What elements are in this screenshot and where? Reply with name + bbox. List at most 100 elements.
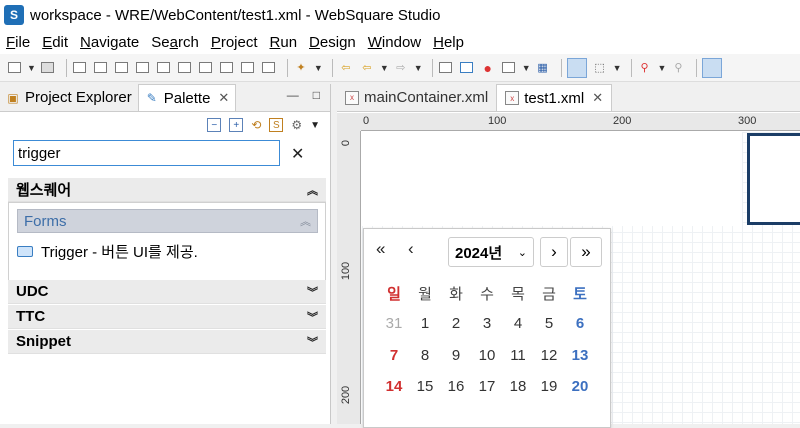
close-icon[interactable]: ✕ <box>592 90 603 106</box>
ruler-label: 200 <box>613 115 632 127</box>
calendar-day[interactable]: 8 <box>411 347 439 364</box>
calendar-day[interactable]: 1 <box>411 315 439 332</box>
tab-label: Project Explorer <box>25 89 132 106</box>
snap-icon[interactable] <box>702 57 723 78</box>
drawer-forms[interactable]: Forms ︽ <box>17 209 318 233</box>
ruler-label: 0 <box>363 115 370 127</box>
snippet-icon[interactable]: S <box>269 118 284 132</box>
marquee-icon[interactable]: ⬚ <box>592 60 608 76</box>
calendar-day[interactable]: 13 <box>566 347 594 364</box>
layout-icon-1[interactable] <box>72 60 88 76</box>
menu-window[interactable]: Window <box>362 34 427 51</box>
calendar-day[interactable]: 20 <box>566 378 594 395</box>
layout-icon-4[interactable] <box>135 60 151 76</box>
new-dropdown-icon[interactable]: ▼ <box>27 63 36 73</box>
design-canvas[interactable]: « ‹ 2024년 ⌄ › » 일 월 화 수 목 금 토 31 1 2 3 4… <box>362 132 800 428</box>
selected-component[interactable] <box>747 133 800 225</box>
category-websquare[interactable]: 웹스퀘어 ︽ <box>8 178 326 202</box>
menu-project[interactable]: Project <box>205 34 264 51</box>
editor-area: x mainContainer.xml x test1.xml ✕ 0 100 … <box>337 84 800 428</box>
debug-icon[interactable] <box>501 60 517 76</box>
calendar-day[interactable]: 16 <box>442 378 470 395</box>
layout-icon-7[interactable] <box>198 60 214 76</box>
unlink-icon[interactable]: ⚲ <box>670 60 686 76</box>
run-icon[interactable]: ● <box>480 60 496 76</box>
layout-icon-2[interactable] <box>93 60 109 76</box>
calendar-day[interactable]: 12 <box>535 347 563 364</box>
wand-dropdown-icon[interactable]: ▼ <box>314 63 323 73</box>
link-icon[interactable]: ⚲ <box>637 60 653 76</box>
refresh-icon[interactable]: ⟲ <box>251 118 261 132</box>
category-snippet[interactable]: Snippet ︾ <box>8 330 326 354</box>
category-udc[interactable]: UDC ︾ <box>8 280 326 304</box>
tab-maincontainer-xml[interactable]: x mainContainer.xml <box>337 84 496 111</box>
calendar-day[interactable]: 4 <box>504 315 532 332</box>
back-arrow-icon[interactable]: ⇦ <box>338 60 354 76</box>
calendar-day[interactable]: 6 <box>566 315 594 332</box>
year-select[interactable]: 2024년 ⌄ <box>448 237 534 267</box>
calendar-day[interactable]: 15 <box>411 378 439 395</box>
back-icon[interactable]: ⇦ <box>359 60 375 76</box>
next-month-icon[interactable]: › <box>540 237 568 267</box>
prev-year-icon[interactable]: « <box>376 239 385 259</box>
calendar-day[interactable]: 17 <box>473 378 501 395</box>
calendar-day[interactable]: 18 <box>504 378 532 395</box>
menu-search[interactable]: Search <box>145 34 205 51</box>
expand-all-icon[interactable]: + <box>229 118 244 132</box>
next-year-icon[interactable]: » <box>570 237 602 267</box>
view-menu-icon[interactable]: ▼ <box>310 120 320 131</box>
back-dropdown-icon[interactable]: ▼ <box>380 63 389 73</box>
menu-design[interactable]: Design <box>303 34 362 51</box>
select-mode-icon[interactable] <box>566 57 587 78</box>
calendar-day[interactable]: 2 <box>442 315 470 332</box>
calendar-day[interactable]: 31 <box>380 315 408 332</box>
open-window-icon[interactable] <box>438 60 454 76</box>
forward-dropdown-icon[interactable]: ▼ <box>414 63 423 73</box>
link-dropdown-icon[interactable]: ▼ <box>658 63 667 73</box>
preview-icon[interactable] <box>459 60 475 76</box>
calendar-day[interactable]: 3 <box>473 315 501 332</box>
layout-icon-10[interactable] <box>261 60 277 76</box>
category-ttc[interactable]: TTC ︾ <box>8 305 326 329</box>
marquee-dropdown-icon[interactable]: ▼ <box>613 63 622 73</box>
menu-navigate[interactable]: Navigate <box>74 34 145 51</box>
layout-icon-9[interactable] <box>240 60 256 76</box>
wand-icon[interactable]: ✦ <box>293 60 309 76</box>
grid-icon[interactable]: ▦ <box>535 60 551 76</box>
search-input[interactable] <box>13 140 280 166</box>
calendar-day[interactable]: 19 <box>535 378 563 395</box>
calendar-day[interactable]: 7 <box>380 347 408 364</box>
prev-month-icon[interactable]: ‹ <box>408 239 414 259</box>
menu-help[interactable]: Help <box>427 34 470 51</box>
maximize-icon[interactable]: □ <box>313 88 320 102</box>
layout-icon-3[interactable] <box>114 60 130 76</box>
save-icon[interactable] <box>40 60 56 76</box>
chevron-down-icon: ⌄ <box>517 246 527 259</box>
calendar-widget[interactable]: « ‹ 2024년 ⌄ › » 일 월 화 수 목 금 토 31 1 2 3 4… <box>363 228 611 428</box>
calendar-day[interactable]: 11 <box>504 347 532 364</box>
layout-icon-6[interactable] <box>177 60 193 76</box>
new-file-icon[interactable] <box>6 60 22 76</box>
clear-search-icon[interactable]: ✕ <box>291 144 304 164</box>
menu-edit[interactable]: Edit <box>36 34 74 51</box>
menu-run[interactable]: Run <box>264 34 304 51</box>
layout-icon-5[interactable] <box>156 60 172 76</box>
palette-item-trigger[interactable]: Trigger - 버튼 UI를 제공. <box>17 241 198 262</box>
settings-icon[interactable]: ⚙ <box>291 118 302 132</box>
collapse-all-icon[interactable]: − <box>207 118 222 132</box>
calendar-day[interactable]: 14 <box>380 378 408 395</box>
debug-dropdown-icon[interactable]: ▼ <box>522 63 531 73</box>
tab-project-explorer[interactable]: ▣ Project Explorer <box>0 84 138 111</box>
year-value: 2024년 <box>455 244 503 262</box>
minimize-icon[interactable]: — <box>287 88 299 102</box>
tab-test1-xml[interactable]: x test1.xml ✕ <box>496 84 613 111</box>
tab-label: mainContainer.xml <box>364 89 489 106</box>
tab-palette[interactable]: ✎ Palette ✕ <box>137 84 237 111</box>
calendar-day[interactable]: 9 <box>442 347 470 364</box>
forward-icon[interactable]: ⇨ <box>393 60 409 76</box>
calendar-day[interactable]: 10 <box>473 347 501 364</box>
layout-icon-8[interactable] <box>219 60 235 76</box>
close-icon[interactable]: ✕ <box>218 90 229 106</box>
menu-file[interactable]: File <box>0 34 36 51</box>
calendar-day[interactable]: 5 <box>535 315 563 332</box>
